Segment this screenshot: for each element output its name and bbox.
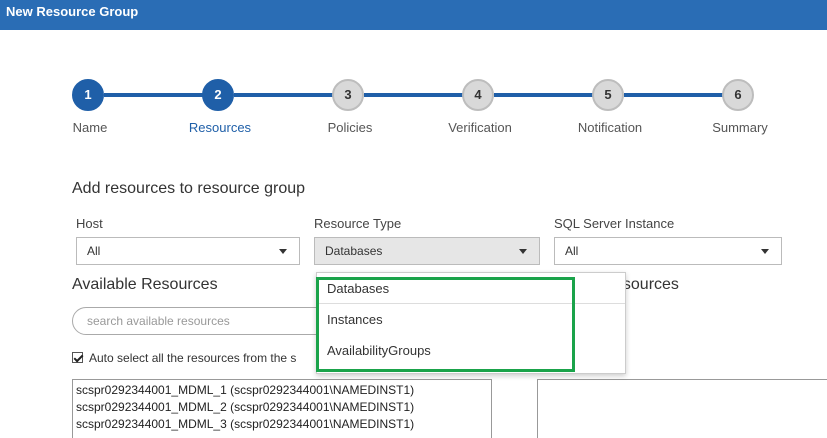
autoselect-checkbox[interactable] (72, 352, 83, 363)
autoselect-option[interactable]: Auto select all the resources from the s (72, 351, 296, 365)
step-1-label: Name (72, 120, 108, 135)
host-select-value: All (87, 244, 101, 258)
resource-type-label: Resource Type (314, 216, 402, 231)
chevron-down-icon (519, 249, 527, 254)
list-item[interactable]: scspr0292344001_MDML_1 (scspr0292344001\… (76, 382, 488, 399)
step-1-circle[interactable]: 1 (72, 79, 104, 111)
sql-instance-label: SQL Server Instance (554, 216, 675, 231)
host-select[interactable]: All (76, 237, 300, 265)
chevron-down-icon (761, 249, 769, 254)
resource-type-select-value: Databases (325, 244, 383, 258)
sql-instance-select-value: All (565, 244, 579, 258)
step-connector (234, 93, 346, 97)
list-item[interactable]: scspr0292344001_MDML_2 (scspr0292344001\… (76, 399, 488, 416)
chevron-down-icon (279, 249, 287, 254)
window-title: New Resource Group (0, 0, 827, 30)
wizard-stepper: 1 2 3 4 5 6 Name Resources Policies Veri… (0, 70, 827, 140)
step-6-circle[interactable]: 6 (722, 79, 754, 111)
sql-instance-select[interactable]: All (554, 237, 782, 265)
available-resources-title: Available Resources (72, 276, 218, 293)
step-2-circle[interactable]: 2 (202, 79, 234, 111)
host-label: Host (76, 216, 103, 231)
step-connector (104, 93, 216, 97)
step-5-label: Notification (577, 120, 643, 135)
step-3-label: Policies (327, 120, 373, 135)
autoselect-label: Auto select all the resources from the s (89, 351, 297, 365)
step-3-circle[interactable]: 3 (332, 79, 364, 111)
step-4-circle[interactable]: 4 (462, 79, 494, 111)
step-2-label: Resources (188, 120, 252, 135)
step-connector (494, 93, 606, 97)
step-connector (364, 93, 476, 97)
step-4-label: Verification (448, 120, 512, 135)
highlight-annotation-box (316, 277, 575, 372)
resource-type-select[interactable]: Databases (314, 237, 540, 265)
step-5-circle[interactable]: 5 (592, 79, 624, 111)
section-title: Add resources to resource group (72, 180, 306, 197)
step-connector (624, 93, 736, 97)
step-6-label: Summary (712, 120, 768, 135)
search-input[interactable]: search available resources (72, 307, 332, 335)
available-resources-list[interactable]: scspr0292344001_MDML_1 (scspr0292344001\… (72, 379, 492, 438)
selected-resources-list[interactable] (537, 379, 827, 438)
list-item[interactable]: scspr0292344001_MDML_3 (scspr0292344001\… (76, 416, 488, 433)
